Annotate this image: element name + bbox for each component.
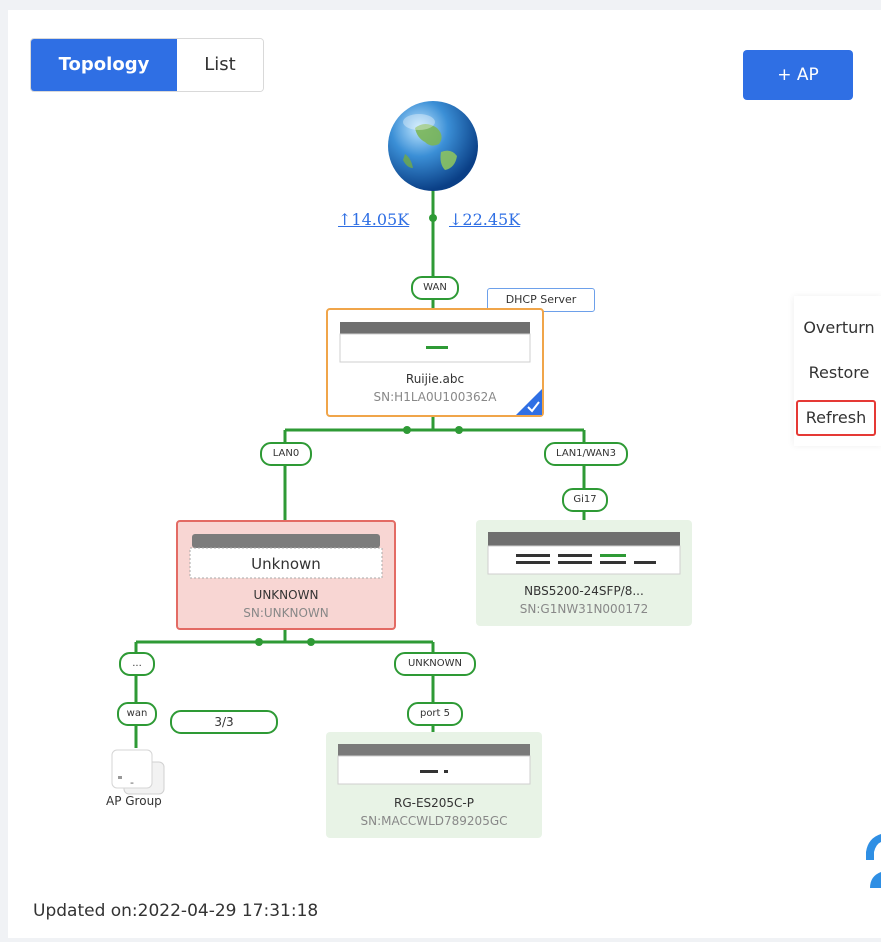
switch-card[interactable]: NBS5200-24SFP/8... SN:G1NW31N000172: [476, 520, 692, 626]
topology-side-menu: Overturn Restore Refresh: [794, 296, 881, 446]
updated-timestamp: Updated on:2022-04-29 17:31:18: [33, 901, 319, 921]
router-name: Ruijie.abc: [405, 372, 465, 386]
upload-rate-link[interactable]: ↑14.05K: [338, 210, 409, 229]
view-toggle: Topology List: [30, 38, 264, 92]
download-rate-link[interactable]: ↓22.45K: [449, 210, 520, 229]
ap-group-label: AP Group: [106, 794, 162, 808]
add-ap-button[interactable]: + AP: [743, 50, 853, 100]
small-switch-device-icon: [337, 744, 531, 785]
port-tag-dots: ...: [119, 652, 155, 676]
ap-group-icon[interactable]: [106, 748, 166, 796]
selected-check-icon: [516, 389, 542, 415]
restore-button[interactable]: Restore: [794, 363, 881, 382]
ap-count-tag[interactable]: 3/3: [170, 710, 278, 734]
router-device-icon: [339, 322, 531, 363]
small-switch-sn: SN:MACCWLD789205GC: [360, 814, 508, 828]
refresh-button[interactable]: Refresh: [796, 400, 876, 436]
port-tag-lan1-wan3: LAN1/WAN3: [544, 442, 628, 466]
small-switch-name: RG-ES205C-P: [393, 796, 474, 810]
support-headset-icon[interactable]: [860, 830, 881, 892]
port-tag-unknown: UNKNOWN: [394, 652, 476, 676]
tab-list[interactable]: List: [177, 39, 263, 91]
small-switch-card[interactable]: RG-ES205C-P SN:MACCWLD789205GC: [326, 732, 542, 838]
router-card[interactable]: Ruijie.abc SN:H1LA0U100362A: [326, 308, 544, 417]
unknown-device-sn: SN:UNKNOWN: [243, 606, 329, 620]
unknown-device-screen-label: Unknown: [251, 555, 321, 573]
switch-sn: SN:G1NW31N000172: [519, 602, 649, 616]
switch-device-icon: [487, 532, 681, 575]
switch-name: NBS5200-24SFP/8...: [524, 584, 644, 598]
port-tag-lan0: LAN0: [260, 442, 312, 466]
port-tag-wan-lower: wan: [117, 702, 157, 726]
topology-panel: Topology List + AP ↑14.05K ↓22.45K WAN D…: [8, 10, 881, 938]
unknown-device-card[interactable]: Unknown UNKNOWN SN:UNKNOWN: [176, 520, 396, 630]
internet-globe-icon[interactable]: [385, 98, 481, 194]
router-sn: SN:H1LA0U100362A: [373, 390, 497, 404]
port-tag-port5: port 5: [407, 702, 463, 726]
ap-group-dash: -: [130, 776, 134, 789]
tab-topology[interactable]: Topology: [31, 39, 177, 91]
overturn-button[interactable]: Overturn: [794, 318, 881, 337]
unknown-device-name: UNKNOWN: [253, 588, 319, 602]
port-tag-wan: WAN: [411, 276, 459, 300]
port-tag-gi17: Gi17: [562, 488, 608, 512]
